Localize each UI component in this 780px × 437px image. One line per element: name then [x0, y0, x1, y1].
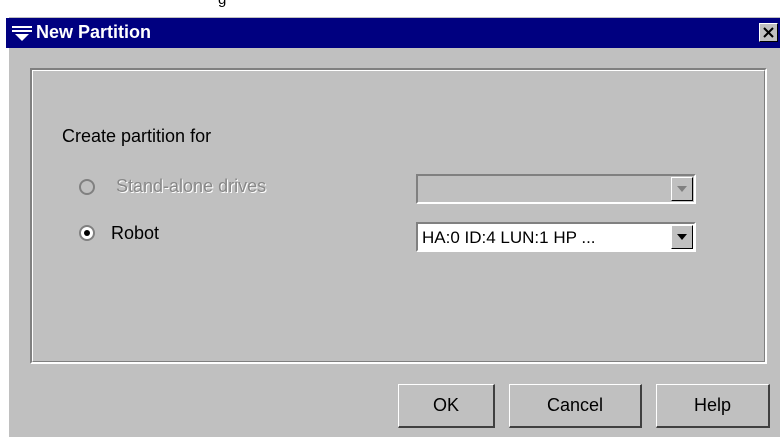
close-button[interactable]	[759, 23, 778, 42]
ok-button[interactable]: OK	[398, 384, 495, 428]
background-window-strip: g	[0, 0, 780, 16]
robot-radio-dot	[84, 230, 90, 236]
dialog-title: New Partition	[36, 22, 152, 42]
robot-label: Robot	[111, 223, 160, 243]
standalone-drives-label: Stand-alone drives	[116, 176, 267, 196]
robot-dropdown-button[interactable]	[671, 225, 693, 249]
help-button[interactable]: Help	[656, 384, 770, 428]
title-bar[interactable]: New Partition	[6, 18, 780, 48]
robot-combo[interactable]: HA:0 ID:4 LUN:1 HP ...	[416, 222, 696, 252]
chevron-down-icon	[677, 186, 687, 192]
robot-combo-value: HA:0 ID:4 LUN:1 HP ...	[422, 228, 596, 247]
options-panel	[30, 68, 767, 364]
close-icon	[763, 27, 774, 38]
standalone-drives-radio[interactable]	[79, 179, 95, 195]
robot-radio[interactable]	[79, 225, 95, 241]
standalone-drives-combo[interactable]	[416, 174, 696, 204]
standalone-drives-dropdown-button[interactable]	[671, 177, 693, 201]
background-window-text: g	[218, 0, 226, 8]
group-label: Create partition for	[62, 126, 212, 146]
cancel-button[interactable]: Cancel	[509, 384, 642, 428]
chevron-down-icon	[677, 234, 687, 240]
window-menu-icon[interactable]	[11, 23, 33, 43]
